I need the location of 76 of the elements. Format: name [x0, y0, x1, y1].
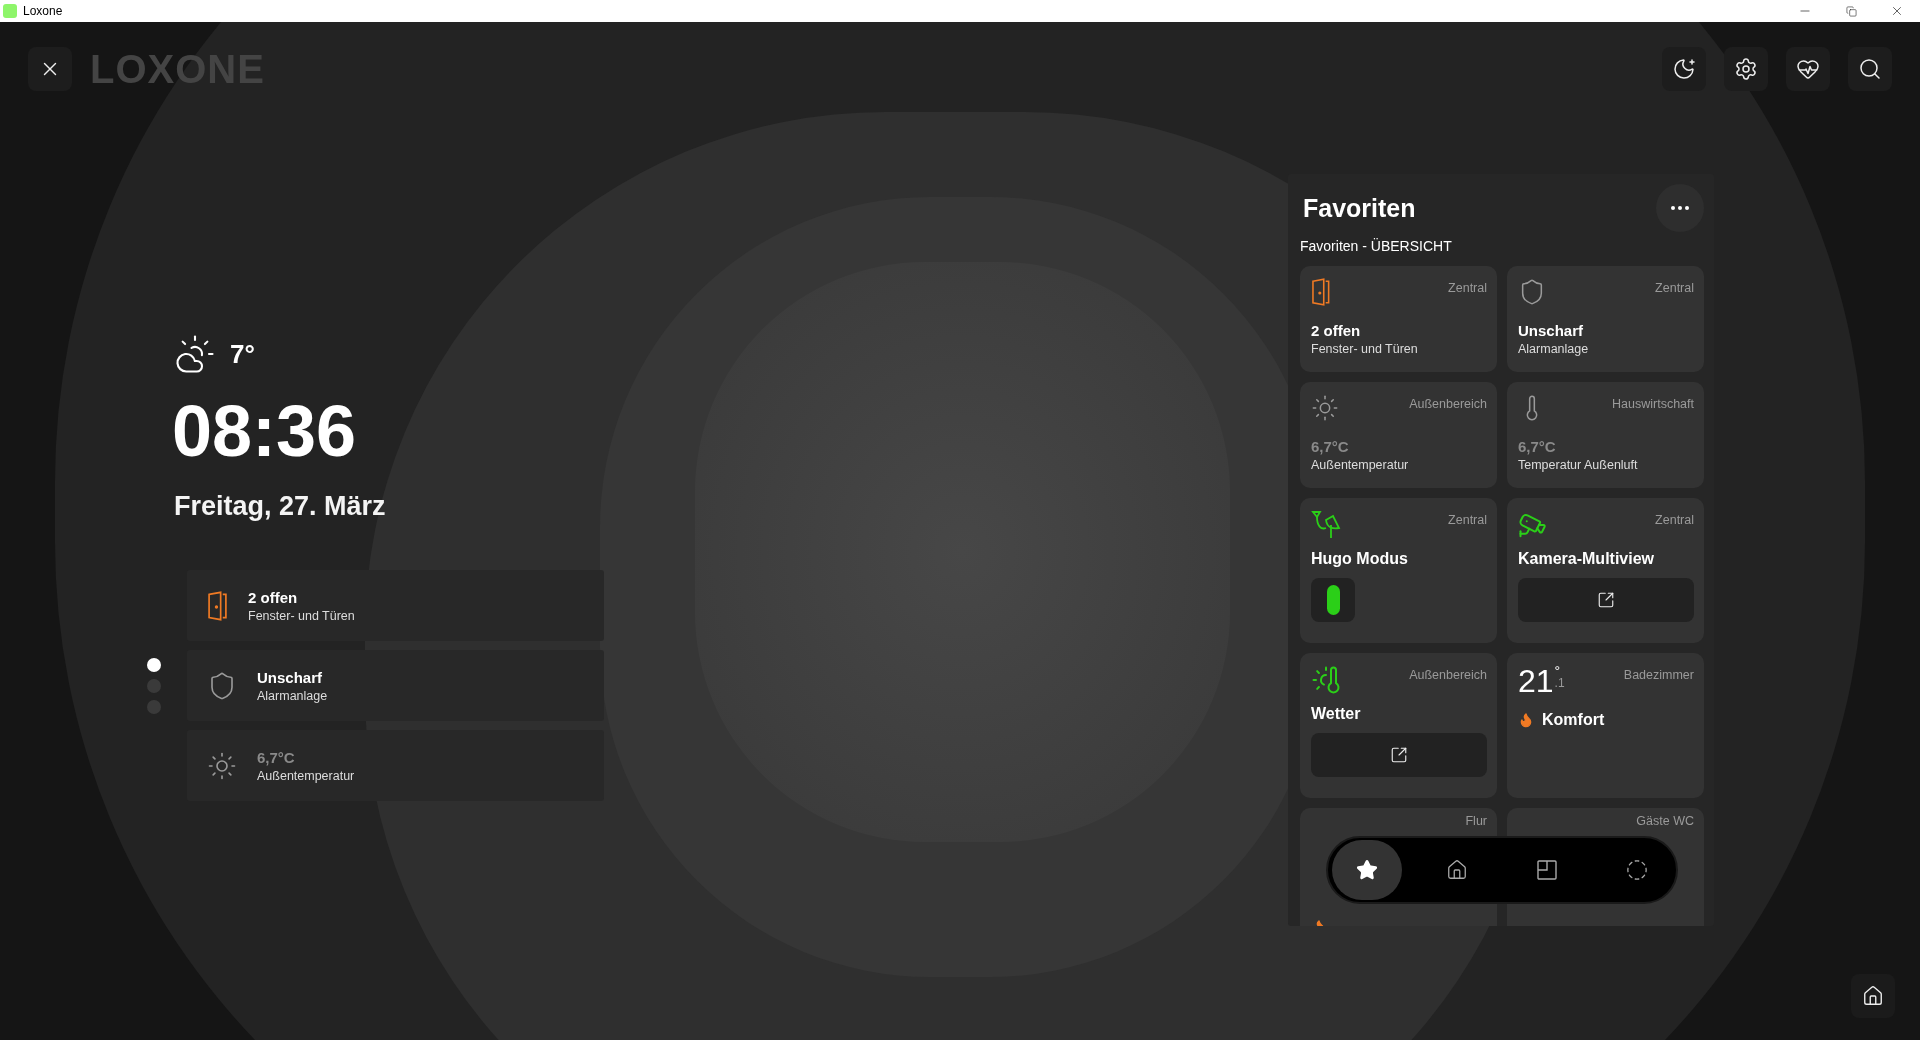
thermometer-sun-icon	[1311, 665, 1341, 695]
status-value: Unscharf	[257, 668, 324, 686]
external-link-icon	[1597, 591, 1615, 609]
panel-subtitle: Favoriten - ÜBERSICHT	[1300, 238, 1453, 254]
dashed-circle-icon	[1626, 859, 1648, 881]
status-label: Fenster- und Türen	[248, 608, 355, 623]
favorite-tile[interactable]: Außenbereich 6,7°C Außentemperatur	[1300, 382, 1497, 488]
favorite-tile[interactable]: Zentral Hugo Modus	[1300, 498, 1497, 643]
star-icon	[1356, 859, 1378, 881]
restore-icon	[1845, 5, 1857, 17]
cloud-sun-icon	[174, 333, 216, 375]
search-icon	[1858, 57, 1882, 81]
heart-pulse-icon	[1796, 57, 1820, 81]
sun-icon	[1311, 394, 1339, 422]
favorite-tile[interactable]: Zentral Unscharf Alarmanlage	[1507, 266, 1704, 372]
tile-value: Unscharf	[1518, 322, 1585, 339]
room-label: Zentral	[1655, 513, 1694, 527]
favorite-tile[interactable]: Zentral Kamera-Multiview	[1507, 498, 1704, 643]
status-value: 6,7°C	[257, 748, 296, 766]
tile-value: 6,7°C	[1311, 438, 1350, 455]
plant-icon	[1311, 510, 1341, 540]
sun-icon	[207, 750, 237, 781]
tile-label: Fenster- und Türen	[1311, 342, 1419, 356]
health-button[interactable]	[1786, 47, 1830, 91]
favorites-tab[interactable]	[1332, 840, 1402, 900]
home-button[interactable]	[1851, 974, 1895, 1018]
room-label: Außenbereich	[1409, 668, 1487, 682]
tile-label: Außentemperatur	[1311, 458, 1410, 472]
room-label: Außenbereich	[1409, 397, 1487, 411]
more-button[interactable]	[1656, 184, 1704, 232]
status-value: 2 offen	[248, 588, 299, 606]
door-icon	[207, 590, 228, 621]
room-label: Hauswirtschaft	[1612, 397, 1694, 411]
moon-icon	[1672, 57, 1696, 81]
tile-title: Kamera-Multiview	[1518, 550, 1656, 568]
status-label: Alarmanlage	[257, 688, 328, 703]
favorite-tile[interactable]: Außenbereich Wetter	[1300, 653, 1497, 798]
clock-date: Freitag, 27. März	[173, 491, 387, 522]
settings-button[interactable]	[1724, 47, 1768, 91]
tile-value: 6,7°C	[1518, 438, 1557, 455]
clock-time: 08:36	[171, 395, 358, 467]
tile-value: 2 offen	[1311, 322, 1362, 339]
room-label: Badezimmer	[1623, 668, 1694, 682]
status-card[interactable]: 6,7°C Außentemperatur	[187, 730, 604, 801]
night-mode-button[interactable]	[1662, 47, 1706, 91]
close-icon	[1890, 4, 1904, 18]
floor-plan-icon	[1536, 859, 1558, 881]
door-icon	[1311, 278, 1331, 306]
settings-icon	[1734, 57, 1758, 81]
flame-icon	[1518, 712, 1534, 728]
more-icon	[1671, 206, 1689, 210]
climate-mode: Komfort	[1542, 711, 1605, 729]
app-icon	[3, 4, 17, 18]
panel-title: Favoriten	[1303, 193, 1416, 223]
tile-label: Alarmanlage	[1518, 342, 1590, 356]
room-label: Zentral	[1448, 513, 1487, 527]
search-button[interactable]	[1848, 47, 1892, 91]
toggle-switch[interactable]	[1311, 578, 1355, 622]
status-card[interactable]: 2 offen Fenster- und Türen	[187, 570, 604, 641]
outdoor-temperature: 7°	[230, 338, 255, 370]
external-link-icon	[1390, 746, 1408, 764]
tile-title: Hugo Modus	[1311, 550, 1409, 568]
tile-label: Temperatur Außenluft	[1518, 458, 1639, 472]
house-icon	[1862, 985, 1884, 1007]
room-label: Gäste WC	[1636, 814, 1694, 828]
room-label: Zentral	[1448, 281, 1487, 295]
house-icon	[1446, 859, 1468, 881]
window-title: Loxone	[23, 4, 64, 18]
favorite-tile[interactable]: Zentral 2 offen Fenster- und Türen	[1300, 266, 1497, 372]
room-label: Zentral	[1655, 281, 1694, 295]
room-label: Flur	[1465, 814, 1487, 828]
status-label: Außentemperatur	[257, 768, 355, 783]
favorite-tile[interactable]: Hauswirtschaft 6,7°C Temperatur Außenluft	[1507, 382, 1704, 488]
tile-title: Wetter	[1311, 705, 1362, 723]
close-button[interactable]	[28, 47, 72, 91]
status-card[interactable]: Unscharf Alarmanlage	[187, 650, 604, 721]
